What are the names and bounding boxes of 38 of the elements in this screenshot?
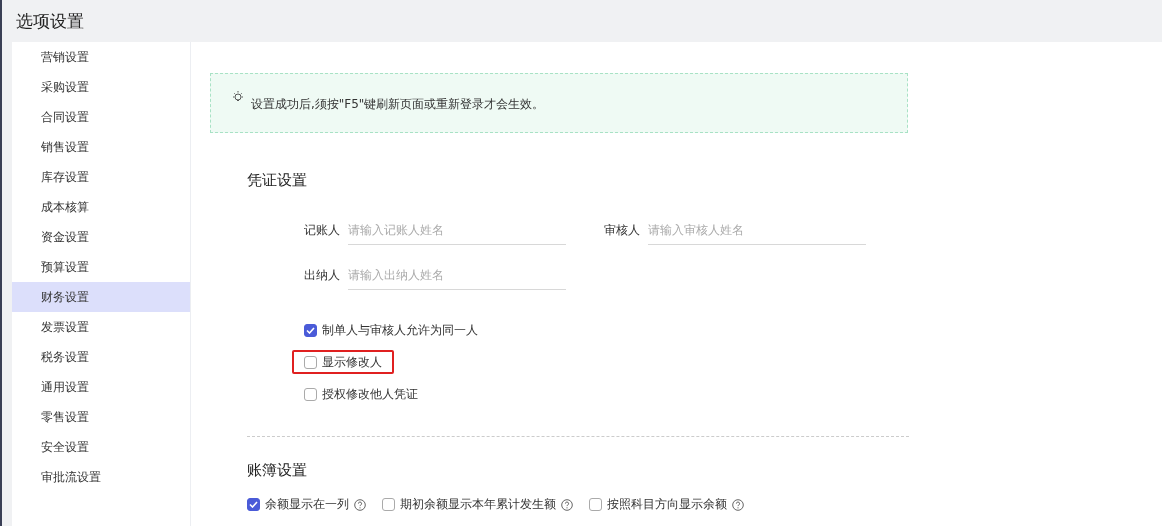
sidebar-item[interactable]: 零售设置 — [12, 402, 190, 432]
option-label: 按照科目方向显示余额 — [607, 496, 727, 513]
field-label: 记账人 — [303, 222, 340, 239]
sidebar-item[interactable]: 安全设置 — [12, 432, 190, 462]
window-title: 选项设置 — [15, 9, 85, 33]
sidebar-item[interactable]: 采购设置 — [12, 72, 190, 102]
checkbox[interactable] — [304, 387, 317, 401]
sidebar-item[interactable]: 发票设置 — [12, 312, 190, 342]
notice-text: 设置成功后,须按"F5"键刷新页面或重新登录才会生效。 — [251, 96, 545, 113]
option-label: 制单人与审核人允许为同一人 — [322, 321, 478, 339]
sidebar-item[interactable]: 资金设置 — [12, 222, 190, 252]
option-label: 授权修改他人凭证 — [322, 385, 418, 403]
option-label: 显示修改人 — [322, 353, 382, 371]
sidebar-item[interactable]: 销售设置 — [12, 132, 190, 162]
checkbox[interactable] — [304, 355, 317, 369]
sidebar-item[interactable]: 成本核算 — [12, 192, 190, 222]
field-label: 审核人 — [603, 222, 640, 239]
lightbulb-icon — [231, 90, 245, 104]
option-label: 余额显示在一列 — [265, 496, 349, 513]
sidebar-item[interactable]: 审批流设置 — [12, 462, 190, 492]
sidebar-item[interactable]: 财务设置 — [12, 282, 190, 312]
sidebar-item[interactable]: 合同设置 — [12, 102, 190, 132]
help-icon[interactable] — [354, 498, 366, 511]
checkbox[interactable] — [304, 323, 317, 337]
field-label: 出纳人 — [303, 267, 340, 284]
checkbox[interactable] — [589, 498, 602, 511]
section-title: 账簿设置 — [247, 461, 308, 480]
section-title: 凭证设置 — [247, 171, 308, 190]
sidebar-item[interactable]: 预算设置 — [12, 252, 190, 282]
sidebar-item[interactable]: 税务设置 — [12, 342, 190, 372]
checkbox[interactable] — [382, 498, 395, 511]
help-icon[interactable] — [561, 498, 573, 511]
sidebar-item[interactable]: 库存设置 — [12, 162, 190, 192]
option-label: 期初余额显示本年累计发生额 — [400, 496, 556, 513]
sidebar-item[interactable]: 通用设置 — [12, 372, 190, 402]
sidebar-item[interactable]: 营销设置 — [12, 42, 190, 72]
checkbox[interactable] — [247, 498, 260, 511]
help-icon[interactable] — [732, 498, 744, 511]
